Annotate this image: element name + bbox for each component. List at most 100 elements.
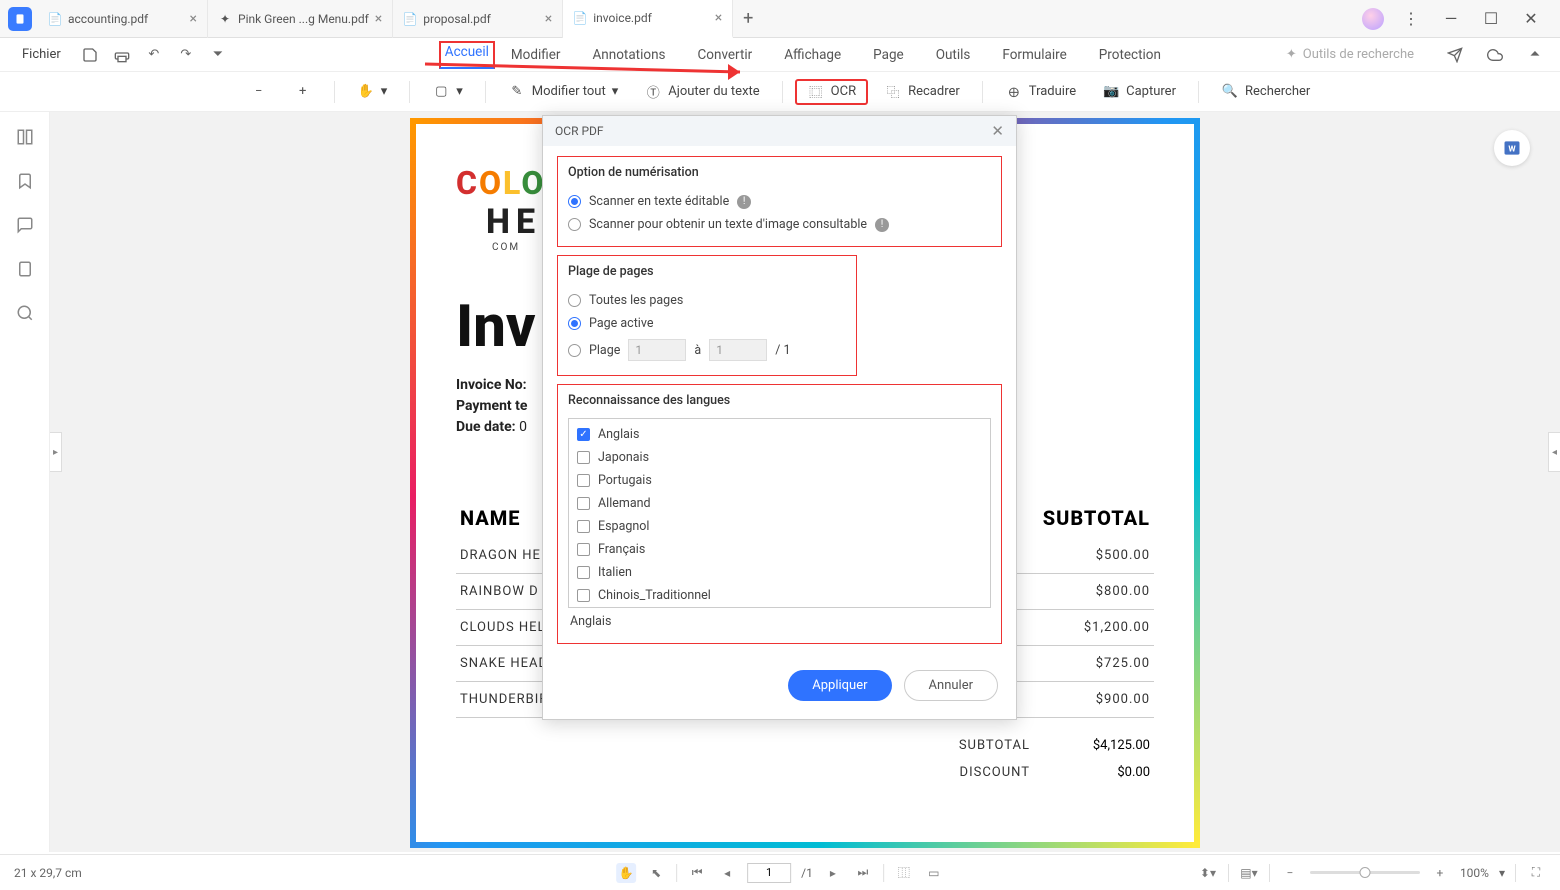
select-tool-icon[interactable]: ⬉ — [646, 863, 666, 883]
lang-item[interactable]: Italien — [575, 561, 984, 584]
tab-protection[interactable]: Protection — [1083, 41, 1177, 69]
translate-button[interactable]: 🜨 Traduire — [995, 79, 1086, 105]
right-expand-toggle[interactable]: ◂ — [1548, 432, 1560, 472]
lang-item[interactable]: Français — [575, 538, 984, 561]
dialog-title-bar[interactable]: OCR PDF ✕ — [543, 116, 1016, 146]
tab-proposal[interactable]: 📄 proposal.pdf × — [393, 0, 563, 38]
tab-accounting[interactable]: 📄 accounting.pdf × — [38, 0, 208, 38]
status-bar: 21 x 29,7 cm ✋ ⬉ ⏮ ◂ /1 ▸ ⏭ ⿲ ▭ ⬍▾ ▤▾ − … — [0, 854, 1560, 890]
fullscreen-icon[interactable]: ⛶ — [1526, 863, 1546, 883]
next-page-icon[interactable]: ▸ — [823, 863, 843, 883]
save-icon[interactable] — [79, 44, 101, 66]
lang-item[interactable]: Chinois_Simplifié — [575, 607, 984, 608]
tab-outils[interactable]: Outils — [920, 41, 987, 69]
zoom-in-icon[interactable]: + — [1430, 863, 1450, 883]
language-title: Reconnaissance des langues — [568, 393, 991, 408]
more-icon[interactable]: ⋮ — [1398, 6, 1424, 32]
language-list[interactable]: Anglais Japonais Portugais Allemand Espa… — [568, 418, 991, 608]
hand-icon: ✋ — [357, 83, 375, 101]
hand-tool[interactable]: ✋▾ — [347, 79, 398, 105]
zoom-out-icon[interactable]: − — [1280, 863, 1300, 883]
apply-button[interactable]: Appliquer — [788, 670, 891, 701]
word-float-button[interactable]: W — [1494, 130, 1530, 166]
last-page-icon[interactable]: ⏭ — [853, 863, 873, 883]
view-mode-icon[interactable]: ▤▾ — [1239, 863, 1259, 883]
checkbox-icon — [577, 589, 590, 602]
left-expand-toggle[interactable]: ▸ — [50, 432, 62, 472]
close-window-icon[interactable]: ✕ — [1518, 6, 1544, 32]
lang-item[interactable]: Anglais — [575, 423, 984, 446]
lang-item[interactable]: Allemand — [575, 492, 984, 515]
print-icon[interactable] — [111, 44, 133, 66]
radio-all-pages[interactable]: Toutes les pages — [568, 289, 846, 312]
zoom-out-button[interactable]: − — [240, 79, 278, 105]
redo-icon[interactable]: ↷ — [175, 44, 197, 66]
select-tool[interactable]: ▢▾ — [422, 79, 473, 105]
zoom-slider[interactable] — [1310, 871, 1420, 874]
dropdown-icon[interactable]: ⏷ — [207, 44, 229, 66]
file-menu[interactable]: Fichier — [14, 44, 69, 65]
lang-item[interactable]: Japonais — [575, 446, 984, 469]
share-icon[interactable] — [1444, 44, 1466, 66]
thumbnails-icon[interactable] — [14, 126, 36, 148]
tab-modifier[interactable]: Modifier — [495, 41, 577, 69]
scroll-mode-icon[interactable]: ⿲ — [894, 863, 914, 883]
tab-convertir[interactable]: Convertir — [682, 41, 769, 69]
tab-pinkgreen[interactable]: ✦ Pink Green ...g Menu.pdf × — [208, 0, 393, 38]
search-tools[interactable]: ✦ Outils de recherche — [1286, 47, 1414, 62]
lang-item[interactable]: Espagnol — [575, 515, 984, 538]
add-text-label: Ajouter du texte — [668, 84, 759, 99]
close-icon[interactable]: × — [375, 11, 382, 27]
radio-active-page[interactable]: Page active — [568, 312, 846, 335]
tab-accueil[interactable]: Accueil — [439, 41, 495, 69]
translate-label: Traduire — [1029, 84, 1076, 99]
close-icon[interactable]: × — [545, 11, 552, 27]
tab-affichage[interactable]: Affichage — [768, 41, 857, 69]
radio-editable[interactable]: Scanner en texte éditable ! — [568, 190, 991, 213]
page-input[interactable] — [747, 863, 791, 883]
close-icon[interactable]: ✕ — [991, 122, 1004, 140]
tab-invoice[interactable]: 📄 invoice.pdf × — [563, 0, 733, 38]
new-tab-button[interactable]: + — [733, 8, 763, 29]
edit-all-button[interactable]: ✎ Modifier tout▾ — [498, 79, 628, 105]
close-icon[interactable]: × — [715, 10, 722, 26]
add-text-button[interactable]: Ⓣ Ajouter du texte — [634, 79, 769, 105]
read-mode-icon[interactable]: ▭ — [924, 863, 944, 883]
close-icon[interactable]: × — [190, 11, 197, 27]
bookmark-icon[interactable] — [14, 170, 36, 192]
attachments-icon[interactable] — [14, 258, 36, 280]
radio-range[interactable]: Plage à / 1 — [568, 335, 846, 365]
zoom-in-button[interactable]: + — [284, 79, 322, 105]
comments-icon[interactable] — [14, 214, 36, 236]
cloud-icon[interactable] — [1484, 44, 1506, 66]
tab-page[interactable]: Page — [857, 41, 920, 69]
tab-formulaire[interactable]: Formulaire — [986, 41, 1082, 69]
capture-button[interactable]: 📷 Capturer — [1092, 79, 1186, 105]
lang-item[interactable]: Chinois_Traditionnel — [575, 584, 984, 607]
range-to-input[interactable] — [709, 339, 767, 361]
first-page-icon[interactable]: ⏮ — [687, 863, 707, 883]
expand-icon[interactable]: ⏶ — [1524, 44, 1546, 66]
radio-searchable[interactable]: Scanner pour obtenir un texte d'image co… — [568, 213, 991, 236]
dialog-title: OCR PDF — [555, 124, 604, 138]
app-logo — [8, 7, 32, 31]
undo-icon[interactable]: ↶ — [143, 44, 165, 66]
search-panel-icon[interactable] — [14, 302, 36, 324]
maximize-icon[interactable]: ☐ — [1478, 6, 1504, 32]
tab-label: accounting.pdf — [68, 12, 148, 26]
prev-page-icon[interactable]: ◂ — [717, 863, 737, 883]
lang-item[interactable]: Portugais — [575, 469, 984, 492]
hand-tool-icon[interactable]: ✋ — [616, 863, 636, 883]
tab-annotations[interactable]: Annotations — [577, 41, 682, 69]
info-icon[interactable]: ! — [875, 218, 889, 232]
ocr-button[interactable]: ⿴ OCR — [795, 79, 868, 105]
cancel-button[interactable]: Annuler — [904, 670, 998, 701]
range-from-input[interactable] — [628, 339, 686, 361]
search-button[interactable]: 🔍 Rechercher — [1211, 79, 1320, 105]
info-icon[interactable]: ! — [737, 195, 751, 209]
checkbox-icon — [577, 428, 590, 441]
fit-width-icon[interactable]: ⬍▾ — [1198, 863, 1218, 883]
crop-button[interactable]: ⿻ Recadrer — [874, 79, 970, 105]
avatar[interactable] — [1362, 8, 1384, 30]
minimize-icon[interactable]: — — [1438, 6, 1464, 32]
